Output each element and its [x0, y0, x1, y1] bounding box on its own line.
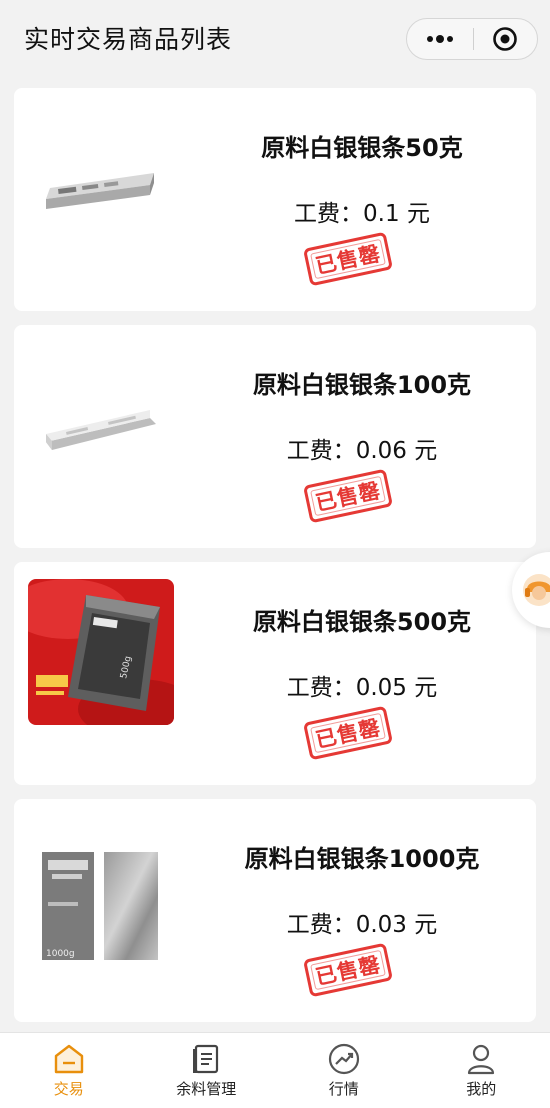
- product-card[interactable]: 500g 原料白银银条500克 工费：0.05 元 已售罄: [14, 562, 536, 785]
- fee-label: 工费：: [286, 675, 356, 701]
- fee-unit: 元: [406, 201, 430, 227]
- fee-row: 工费：0.06 元: [202, 431, 522, 465]
- user-icon: [468, 1044, 495, 1075]
- fee-unit: 元: [414, 675, 438, 701]
- target-close-icon: [493, 27, 518, 51]
- fee-row: 工费：0.05 元: [202, 668, 522, 702]
- sold-out-stamp: 已售罄: [302, 231, 394, 287]
- tab-bar: 交易 余料管理 行情 我的: [0, 1032, 550, 1108]
- tab-label: 我的: [466, 1080, 497, 1098]
- fee-value: 0.1: [363, 201, 400, 227]
- product-image: [28, 342, 174, 488]
- tab-label: 行情: [328, 1080, 359, 1098]
- tab-material[interactable]: 余料管理: [138, 1033, 276, 1108]
- product-image: 500g: [28, 579, 174, 725]
- more-dots-icon: [426, 35, 453, 43]
- product-image: 1000g: [28, 816, 174, 962]
- fee-row: 工费：0.1 元: [202, 194, 522, 228]
- product-name: 原料白银银条1000克: [244, 845, 480, 873]
- product-name: 原料白银银条100克: [252, 371, 472, 399]
- sold-out-stamp: 已售罄: [302, 468, 394, 524]
- page-title: 实时交易商品列表: [24, 25, 233, 54]
- tab-label: 交易: [53, 1080, 84, 1098]
- product-name: 原料白银银条500克: [252, 608, 472, 636]
- customer-service-icon: [523, 574, 550, 606]
- fee-label: 工费：: [286, 438, 356, 464]
- product-name: 原料白银银条50克: [261, 134, 463, 162]
- trade-home-icon: [54, 1044, 83, 1074]
- nav-bar: 实时交易商品列表: [0, 0, 550, 76]
- sold-out-stamp: 已售罄: [302, 942, 394, 998]
- fee-value: 0.06: [355, 438, 407, 464]
- fee-unit: 元: [414, 912, 438, 938]
- trend-chart-icon: [328, 1043, 359, 1075]
- tab-trade[interactable]: 交易: [0, 1033, 138, 1108]
- more-button[interactable]: [407, 19, 473, 59]
- tab-market[interactable]: 行情: [275, 1033, 413, 1108]
- product-card[interactable]: 原料白银银条100克 工费：0.06 元 已售罄: [14, 325, 536, 548]
- miniprogram-capsule: [406, 18, 538, 60]
- fee-label: 工费：: [294, 201, 364, 227]
- tab-mine[interactable]: 我的: [413, 1033, 550, 1108]
- fee-label: 工费：: [286, 912, 356, 938]
- close-button[interactable]: [474, 19, 538, 59]
- fee-value: 0.03: [355, 912, 407, 938]
- bar-weight-text: 1000g: [46, 949, 75, 959]
- tab-label: 余料管理: [176, 1080, 237, 1098]
- fee-row: 工费：0.03 元: [202, 905, 522, 939]
- fee-unit: 元: [414, 438, 438, 464]
- document-list-icon: [193, 1044, 219, 1074]
- product-image: [28, 105, 174, 251]
- sold-out-stamp: 已售罄: [302, 705, 394, 761]
- product-card[interactable]: 1000g 原料白银银条1000克 工费：0.03 元 已售罄: [14, 799, 536, 1022]
- fee-value: 0.05: [355, 675, 407, 701]
- product-card[interactable]: 原料白银银条50克 工费：0.1 元 已售罄: [14, 88, 536, 311]
